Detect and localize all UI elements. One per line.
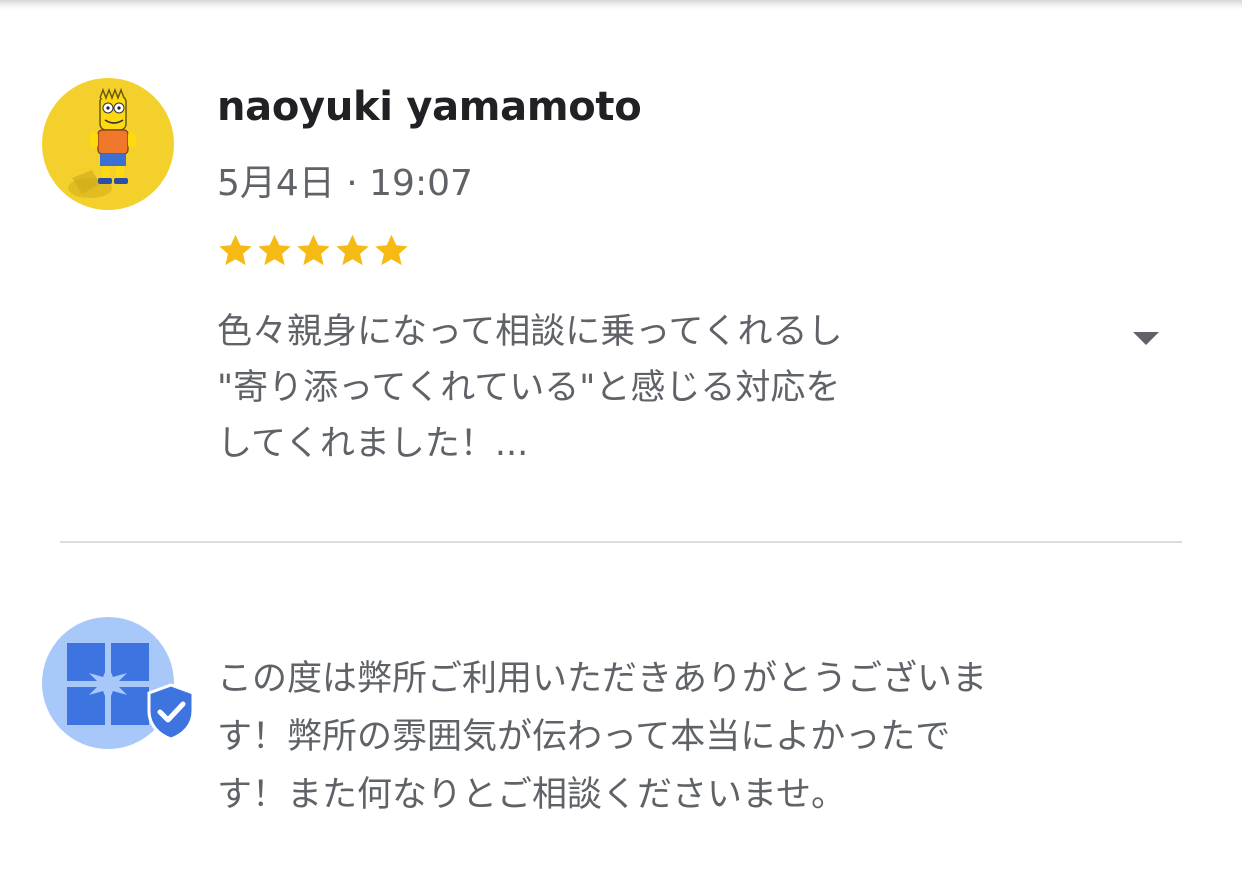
chevron-down-icon xyxy=(1133,332,1159,345)
star-icon xyxy=(375,234,408,265)
divider xyxy=(60,541,1182,543)
top-bar-shadow xyxy=(0,0,1242,10)
star-icon xyxy=(219,234,252,265)
reviewer-avatar[interactable] xyxy=(42,78,174,210)
verified-shield-icon xyxy=(147,683,195,741)
owner-reply-line: この度は弊所ご利用いただきありがとうございま xyxy=(217,659,988,699)
expand-review-button[interactable] xyxy=(1128,326,1164,350)
star-rating xyxy=(217,228,410,272)
cartoon-character-icon xyxy=(68,87,136,198)
star-icon xyxy=(336,234,369,265)
owner-reply-line: す！また何なりとご相談くださいませ。 xyxy=(217,775,846,815)
owner-avatar[interactable] xyxy=(42,617,198,749)
review-date: 5月4日 · 19:07 xyxy=(217,163,473,204)
review-text-line: してくれました！... xyxy=(217,424,529,464)
business-logo-icon xyxy=(67,643,149,725)
review-text[interactable]: 色々親身になって相談に乗ってくれるし "寄り添ってくれている"と感じる対応を し… xyxy=(217,304,977,472)
owner-reply-text: この度は弊所ご利用いただきありがとうございま す！弊所の雰囲気が伝わって本当によ… xyxy=(217,650,1117,824)
star-icon xyxy=(297,234,330,265)
owner-reply-line: す！弊所の雰囲気が伝わって本当によかったで xyxy=(217,717,951,757)
reviewer-name[interactable]: naoyuki yamamoto xyxy=(217,84,642,130)
review-text-line: "寄り添ってくれている"と感じる対応を xyxy=(217,368,841,408)
star-icon xyxy=(258,234,291,265)
review-text-line: 色々親身になって相談に乗ってくれるし xyxy=(217,312,843,352)
